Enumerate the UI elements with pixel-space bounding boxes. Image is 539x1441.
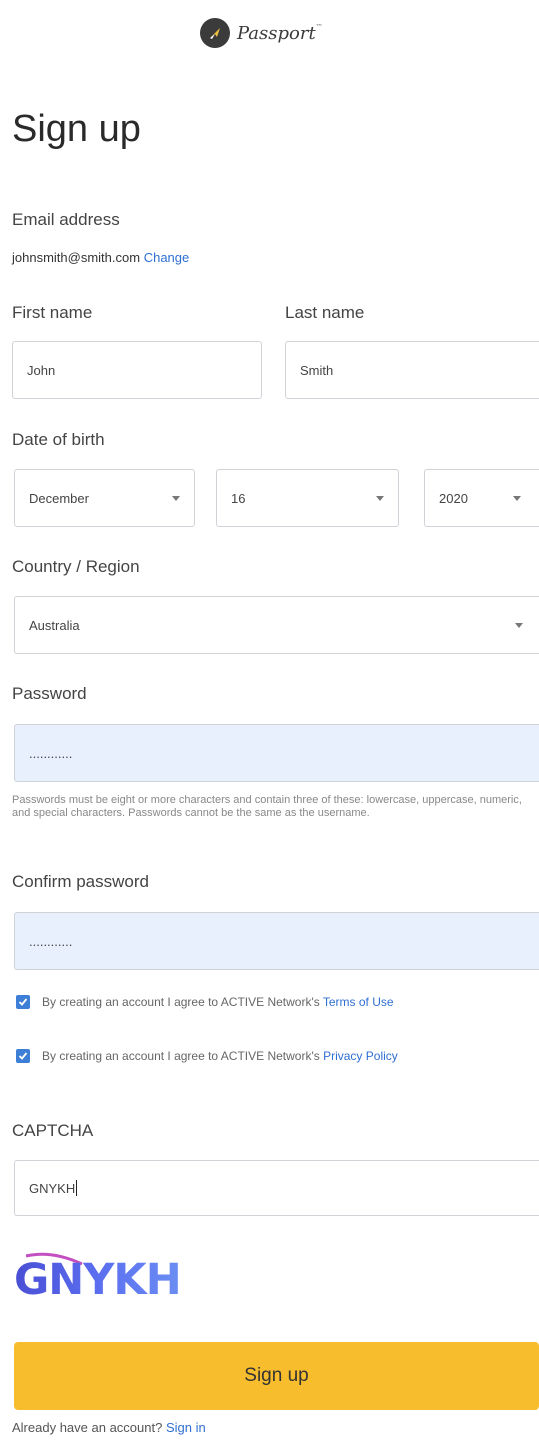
- sign-in-link[interactable]: Sign in: [166, 1420, 206, 1435]
- captcha-input[interactable]: GNYKH: [14, 1160, 539, 1216]
- checkmark-icon: [18, 998, 28, 1006]
- country-select[interactable]: Australia: [14, 596, 539, 654]
- confirm-password-value: ............: [29, 933, 73, 949]
- password-value: ............: [29, 745, 73, 761]
- passport-mark-icon: [200, 18, 230, 48]
- sign-up-button[interactable]: Sign up: [14, 1342, 539, 1410]
- dob-day-select[interactable]: 16: [216, 469, 399, 527]
- captcha-text: GNYKH: [14, 1255, 181, 1304]
- confirm-password-label: Confirm password: [12, 872, 149, 891]
- trademark-symbol: ™: [315, 22, 323, 31]
- terms-checkbox[interactable]: [16, 995, 30, 1009]
- privacy-text: By creating an account I agree to ACTIVE…: [42, 1049, 324, 1063]
- dob-year-value: 2020: [439, 490, 468, 506]
- privacy-agreement: By creating an account I agree to ACTIVE…: [16, 1047, 522, 1066]
- privacy-checkbox[interactable]: [16, 1049, 30, 1063]
- confirm-password-input[interactable]: ............: [14, 912, 539, 970]
- chevron-down-icon: [515, 623, 523, 628]
- privacy-policy-link[interactable]: Privacy Policy: [323, 1049, 398, 1063]
- password-hint: Passwords must be eight or more characte…: [12, 794, 522, 819]
- checkmark-icon: [18, 1052, 28, 1060]
- text-cursor: [76, 1180, 78, 1196]
- email-value: johnsmith@smith.com: [12, 250, 141, 265]
- first-name-value: John: [27, 362, 56, 378]
- email-display: johnsmith@smith.com Change: [12, 250, 189, 265]
- chevron-down-icon: [172, 496, 180, 501]
- chevron-down-icon: [376, 496, 384, 501]
- dob-day-value: 16: [231, 490, 246, 506]
- dob-month-value: December: [29, 490, 89, 506]
- first-name-input[interactable]: John: [12, 341, 262, 399]
- change-email-link[interactable]: Change: [144, 250, 190, 265]
- dob-label: Date of birth: [12, 430, 105, 449]
- first-name-label: First name: [12, 303, 93, 322]
- country-label: Country / Region: [12, 557, 140, 576]
- email-label: Email address: [12, 210, 120, 229]
- captcha-input-value: GNYKH: [29, 1180, 76, 1196]
- captcha-label: CAPTCHA: [12, 1121, 94, 1140]
- dob-month-select[interactable]: December: [14, 469, 195, 527]
- passport-logo: Passport™: [200, 18, 323, 48]
- captcha-image: GNYKH: [12, 1244, 212, 1305]
- footer-text: Already have an account?: [12, 1420, 163, 1435]
- password-label: Password: [12, 684, 87, 703]
- terms-text: By creating an account I agree to ACTIVE…: [42, 995, 323, 1009]
- chevron-down-icon: [513, 496, 521, 501]
- password-input[interactable]: ............: [14, 724, 539, 782]
- terms-of-use-link[interactable]: Terms of Use: [323, 995, 394, 1009]
- country-value: Australia: [29, 617, 80, 633]
- sign-in-prompt: Already have an account? Sign in: [12, 1420, 206, 1435]
- terms-agreement: By creating an account I agree to ACTIVE…: [16, 993, 522, 1012]
- last-name-value: Smith: [300, 362, 334, 378]
- last-name-input[interactable]: Smith: [285, 341, 539, 399]
- last-name-label: Last name: [285, 303, 365, 322]
- page-title: Sign up: [12, 108, 141, 150]
- dob-year-select[interactable]: 2020: [424, 469, 539, 527]
- brand-name: Passport: [237, 22, 316, 44]
